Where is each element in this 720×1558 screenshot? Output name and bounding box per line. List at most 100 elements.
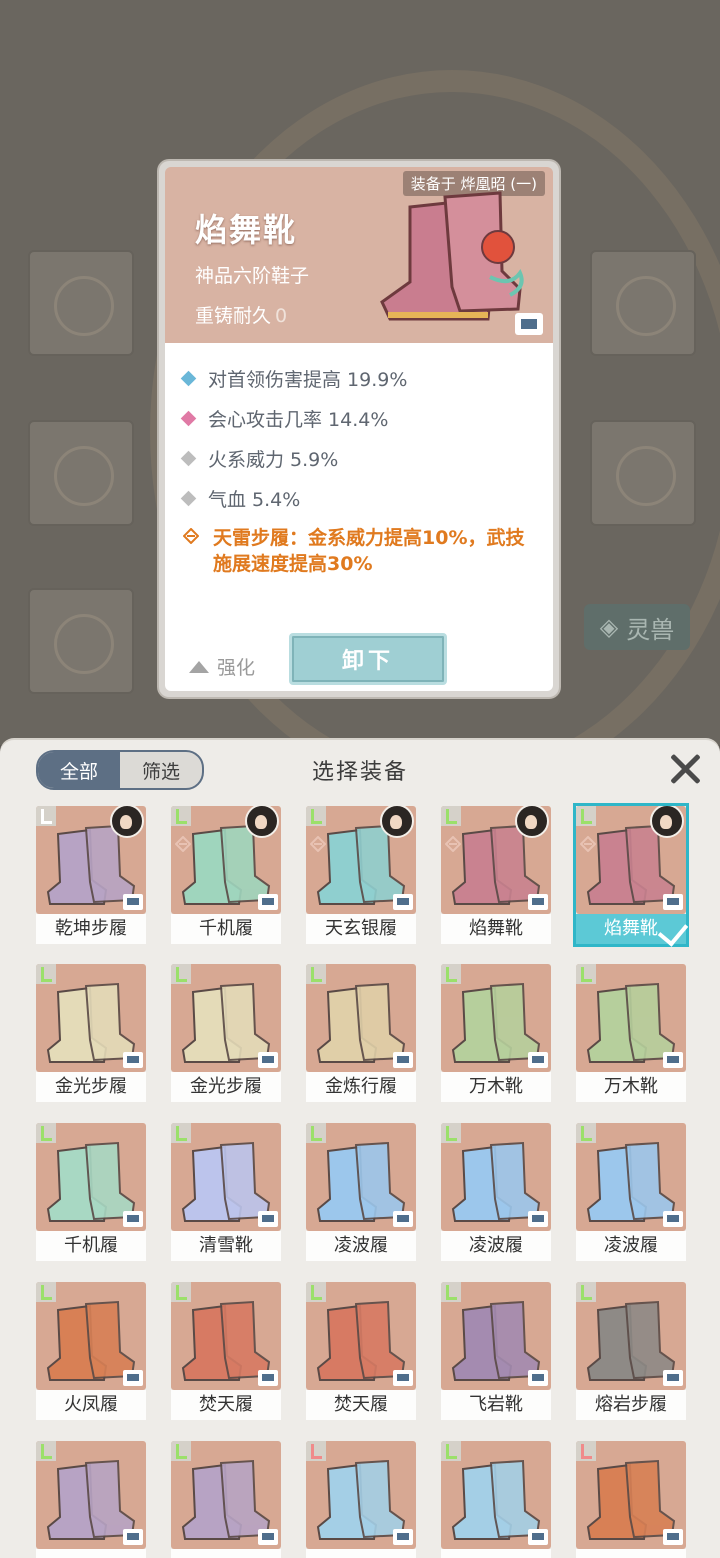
durability: 重铸耐久 0 <box>195 301 287 328</box>
item-tile <box>171 964 281 1072</box>
equipment-item[interactable]: 千机履 <box>171 806 281 944</box>
equipment-item[interactable]: 天玄银履 <box>306 806 416 944</box>
equipment-item[interactable]: 清雪靴 <box>171 1123 281 1261</box>
lock-icon <box>393 1370 413 1386</box>
lock-icon <box>393 1529 413 1545</box>
equipment-item[interactable]: 金光步履 <box>171 964 281 1102</box>
equip-slot-weapon <box>28 250 134 356</box>
durability-value: 0 <box>275 305 288 327</box>
equipment-item[interactable] <box>441 1441 551 1558</box>
lock-icon <box>528 1529 548 1545</box>
lock-icon <box>663 1211 683 1227</box>
avatar <box>380 806 414 838</box>
boots-type-icon <box>171 1282 191 1302</box>
boots-type-icon <box>36 1282 56 1302</box>
set-bonus-text: 天雷步履：金系威力提高10%，武技施展速度提高30% <box>213 527 525 575</box>
boots-type-icon <box>441 1282 461 1302</box>
unequip-button[interactable]: 卸下 <box>289 633 447 685</box>
pet-button-label: 灵兽 <box>626 615 675 644</box>
boots-type-icon <box>171 1441 191 1461</box>
boots-type-icon <box>36 1441 56 1461</box>
item-name-label: 凌波履 <box>441 1231 551 1261</box>
boots-type-icon <box>306 806 326 826</box>
set-bonus: 天雷步履：金系威力提高10%，武技施展速度提高30% <box>183 525 533 577</box>
ornament-icon <box>616 276 676 336</box>
item-tile <box>171 1282 281 1390</box>
equipment-item[interactable] <box>306 1441 416 1558</box>
durability-label: 重铸耐久 <box>195 305 272 327</box>
equipment-selection-panel: 全部 筛选 选择装备 乾坤步履 千机履 天玄银履 焰舞靴 焰舞靴 金光步履 金光步履 金炼行履… <box>0 740 720 1558</box>
item-name-label: 千机履 <box>36 1231 146 1261</box>
item-name: 焰舞靴 <box>195 211 298 249</box>
item-tile <box>306 1123 416 1231</box>
boots-type-icon <box>171 964 191 984</box>
equipment-item[interactable]: 万木靴 <box>441 964 551 1102</box>
equipment-item[interactable]: 金炼行履 <box>306 964 416 1102</box>
equipment-item[interactable]: 焰舞靴 <box>441 806 551 944</box>
item-tile <box>441 1441 551 1549</box>
item-name-label: 万木靴 <box>441 1072 551 1102</box>
boots-type-icon <box>576 1282 596 1302</box>
armor-icon <box>54 446 114 506</box>
equipment-item[interactable]: 焚天履 <box>306 1282 416 1420</box>
lock-icon <box>663 1370 683 1386</box>
item-tile <box>441 806 551 914</box>
equip-slot-orb <box>590 420 696 526</box>
equipment-item[interactable]: 万木靴 <box>576 964 686 1102</box>
equipment-item[interactable]: 金光步履 <box>36 964 146 1102</box>
item-tile <box>441 1282 551 1390</box>
upgrade-arrow-icon <box>189 660 209 673</box>
equipment-item[interactable]: 熔岩步履 <box>576 1282 686 1420</box>
item-name-label <box>576 1549 686 1558</box>
boots-type-icon <box>576 964 596 984</box>
stat-text: 会心攻击几率 14.4% <box>208 409 389 431</box>
strengthen-button[interactable]: 强化 <box>189 653 255 680</box>
stat-row: 气血 5.4% <box>180 485 300 512</box>
close-icon[interactable] <box>668 752 702 786</box>
stat-row: 火系威力 5.9% <box>180 445 338 472</box>
set-bonus-icon <box>183 528 199 544</box>
equipment-item[interactable]: 火凤履 <box>36 1282 146 1420</box>
boots-type-icon <box>576 1441 596 1461</box>
strengthen-label: 强化 <box>217 657 256 679</box>
avatar <box>110 806 144 838</box>
item-name-label: 凌波履 <box>306 1231 416 1261</box>
lock-icon <box>393 1211 413 1227</box>
lock-icon <box>528 1211 548 1227</box>
pet-icon: ◈ <box>599 613 619 641</box>
equipment-item[interactable]: 焚天履 <box>171 1282 281 1420</box>
item-name-label: 清雪靴 <box>171 1231 281 1261</box>
equipment-item[interactable]: 凌波履 <box>306 1123 416 1261</box>
boots-type-icon <box>441 1441 461 1461</box>
equipment-item[interactable]: 凌波履 <box>441 1123 551 1261</box>
item-name-label: 凌波履 <box>576 1231 686 1261</box>
equipment-item[interactable]: 飞岩靴 <box>441 1282 551 1420</box>
orb-icon <box>616 446 676 506</box>
equipment-item[interactable]: 乾坤步履 <box>36 806 146 944</box>
boot-artwork-icon <box>380 191 524 321</box>
lock-icon <box>123 1211 143 1227</box>
item-tile <box>171 1123 281 1231</box>
item-name-label: 焚天履 <box>171 1390 281 1420</box>
equipment-item[interactable]: 焰舞靴 <box>576 806 689 947</box>
equipment-item[interactable] <box>171 1441 281 1558</box>
item-name-label: 乾坤步履 <box>36 914 146 944</box>
boots-type-icon <box>171 1123 191 1143</box>
equipment-item[interactable] <box>576 1441 686 1558</box>
lock-icon[interactable] <box>515 313 543 335</box>
item-name-label <box>306 1549 416 1558</box>
item-tile <box>576 806 686 914</box>
item-name-label <box>171 1549 281 1558</box>
item-tile <box>306 806 416 914</box>
equipment-item[interactable]: 凌波履 <box>576 1123 686 1261</box>
lock-icon <box>663 894 683 910</box>
item-tile <box>36 1123 146 1231</box>
item-name-label: 金光步履 <box>36 1072 146 1102</box>
lock-icon <box>123 1370 143 1386</box>
lock-icon <box>258 1211 278 1227</box>
boots-type-icon <box>36 964 56 984</box>
equipment-item[interactable] <box>36 1441 146 1558</box>
item-tile <box>576 964 686 1072</box>
item-tile <box>306 1282 416 1390</box>
equipment-item[interactable]: 千机履 <box>36 1123 146 1261</box>
